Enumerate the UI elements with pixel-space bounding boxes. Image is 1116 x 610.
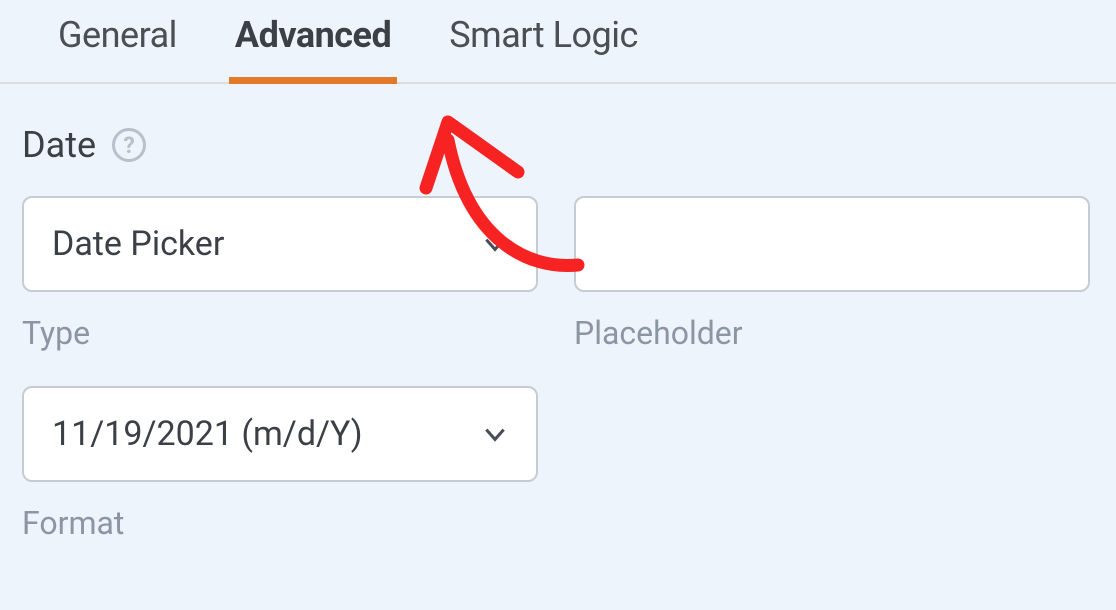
tab-advanced[interactable]: Advanced (235, 14, 391, 82)
help-icon[interactable]: ? (112, 128, 146, 162)
type-field-col: Date Picker Type (22, 196, 538, 352)
section-title: Date (22, 124, 96, 166)
tab-smart-logic[interactable]: Smart Logic (449, 14, 638, 82)
tab-general[interactable]: General (58, 14, 177, 82)
type-label: Type (22, 314, 538, 352)
settings-tabs: General Advanced Smart Logic (0, 0, 1116, 84)
field-row-1: Date Picker Type Placeholder (22, 196, 1094, 352)
date-format-select[interactable]: 11/19/2021 (m/d/Y) (22, 386, 538, 482)
placeholder-label: Placeholder (574, 314, 1090, 352)
chevron-down-icon (482, 421, 508, 447)
field-row-2: 11/19/2021 (m/d/Y) Format (22, 386, 1094, 542)
format-field-col: 11/19/2021 (m/d/Y) Format (22, 386, 538, 542)
date-type-value: Date Picker (52, 224, 482, 264)
placeholder-field-col: Placeholder (574, 196, 1090, 352)
date-format-value: 11/19/2021 (m/d/Y) (52, 414, 482, 454)
placeholder-input[interactable] (574, 196, 1090, 292)
date-type-select[interactable]: Date Picker (22, 196, 538, 292)
chevron-down-icon (482, 231, 508, 257)
date-section: Date ? Date Picker Type Placeholder 11/1… (0, 84, 1116, 542)
date-section-header: Date ? (22, 124, 1094, 166)
format-label: Format (22, 504, 538, 542)
